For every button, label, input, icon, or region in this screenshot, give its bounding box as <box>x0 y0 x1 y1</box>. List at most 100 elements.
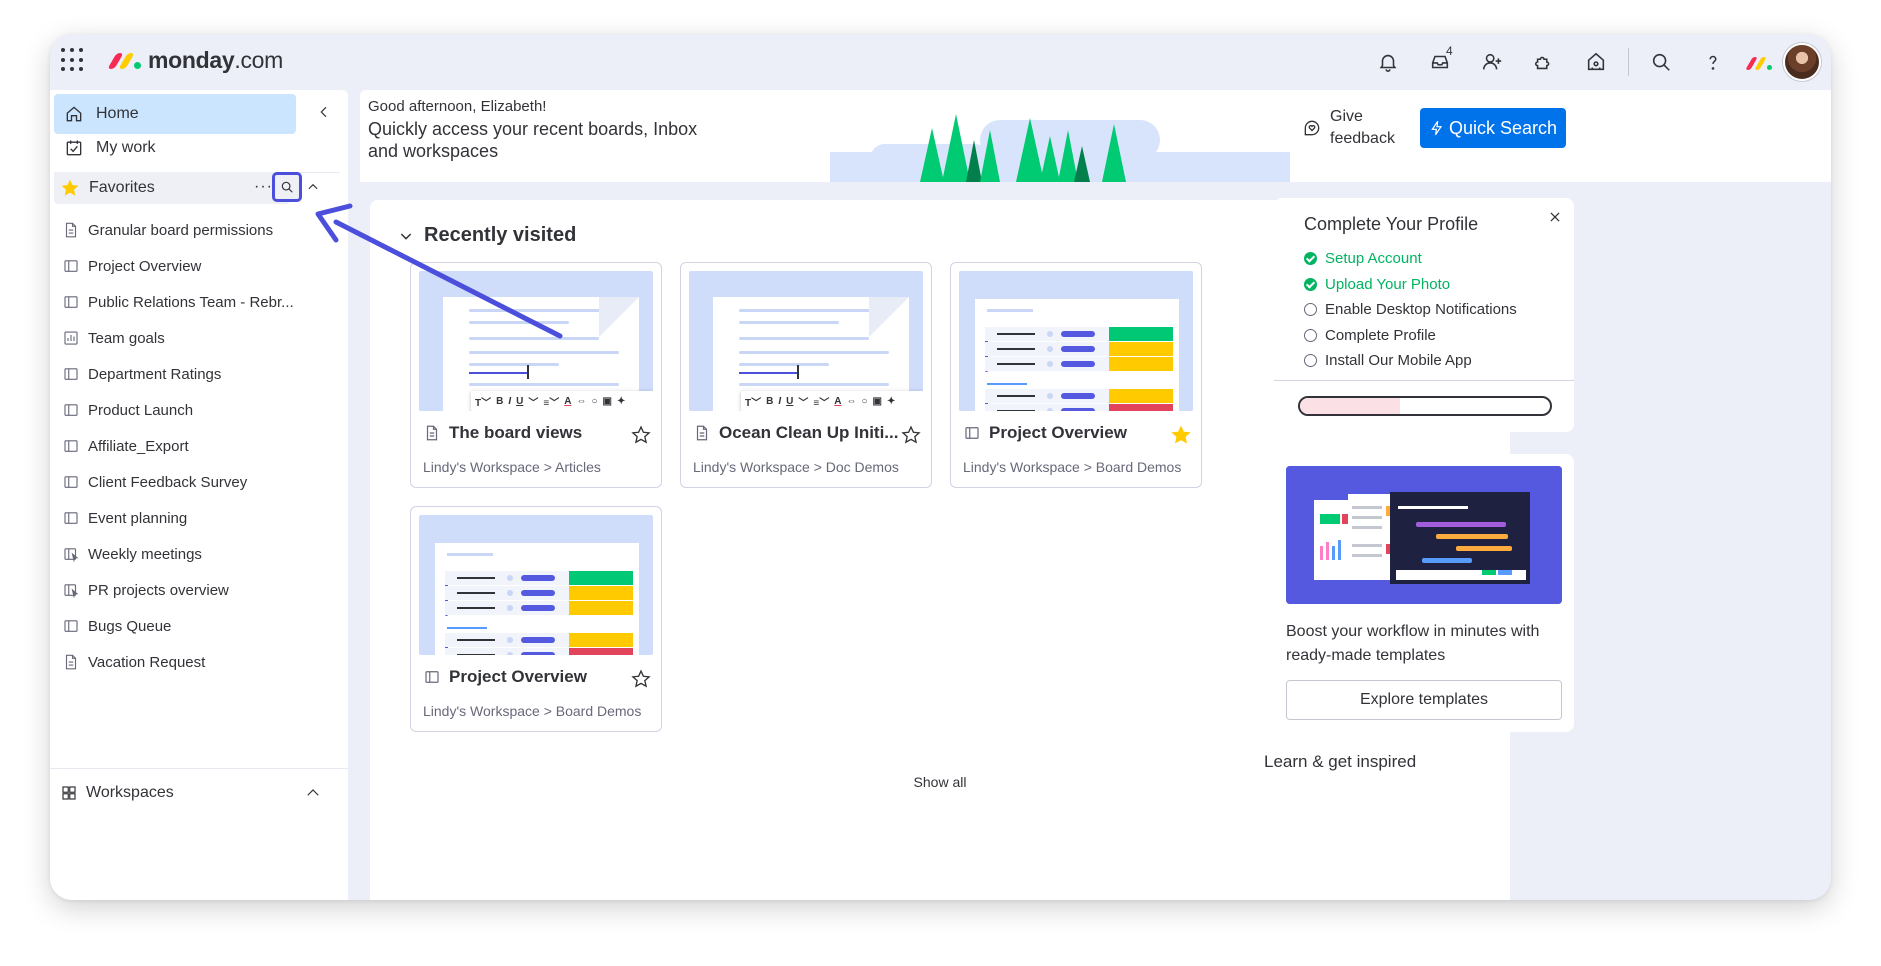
recent-board-card[interactable]: Project Overview Lindy's Workspace > Boar… <box>410 506 662 732</box>
favorite-item[interactable]: Granular board permissions <box>62 212 332 248</box>
card-title: Project Overview <box>963 423 1193 443</box>
welcome-banner: Good afternoon, Elizabeth! Quickly acces… <box>360 90 1831 182</box>
card-thumbnail: T﹀ B I U ﹀ ≡﹀ A ⇔ ○ ▣ ✦ <box>689 271 923 411</box>
check-circle-icon <box>1304 277 1317 291</box>
avatar[interactable] <box>1783 43 1821 81</box>
favorite-item[interactable]: Weekly meetings <box>62 536 332 572</box>
sidebar-item-my-work[interactable]: My work <box>54 128 296 168</box>
checklist-label: Enable Desktop Notifications <box>1325 301 1517 319</box>
templates-illustration <box>1286 466 1562 604</box>
favorite-item[interactable]: Public Relations Team - Rebr... <box>62 284 332 320</box>
favorite-item[interactable]: Project Overview <box>62 248 332 284</box>
help-icon[interactable] <box>1687 42 1739 82</box>
apps-puzzle-icon[interactable] <box>1518 42 1570 82</box>
favorite-item[interactable]: Vacation Request <box>62 644 332 680</box>
checklist-label: Setup Account <box>1325 250 1422 268</box>
workspaces-grid-icon <box>62 786 76 800</box>
card-title: Project Overview <box>423 667 653 687</box>
profile-progress-bar <box>1298 396 1552 416</box>
star-icon <box>61 179 79 196</box>
favorite-item-label: Department Ratings <box>88 365 222 383</box>
card-path: Lindy's Workspace > Doc Demos <box>693 459 899 475</box>
left-sidebar: Home My work Favorites ··· Granular boar… <box>50 90 348 900</box>
forest-illustration <box>830 114 1290 182</box>
favorite-item-label: Team goals <box>88 329 165 347</box>
check-circle-icon <box>1304 252 1317 266</box>
card-title-text: Project Overview <box>989 423 1127 442</box>
invite-user-icon[interactable] <box>1466 42 1518 82</box>
profile-card-title: Complete Your Profile <box>1304 214 1479 234</box>
favorite-item[interactable]: Event planning <box>62 500 332 536</box>
favorite-star-icon[interactable] <box>631 425 651 445</box>
card-path: Lindy's Workspace > Articles <box>423 459 601 475</box>
top-actions: 4 <box>1362 34 1831 90</box>
recent-board-card[interactable]: T﹀ B I U ﹀ ≡﹀ A ⇔ ○ ▣ ✦ The board views Lindy's Work… <box>410 262 662 488</box>
search-icon <box>281 181 293 193</box>
recent-board-card[interactable]: Project Overview Lindy's Workspace > Boar… <box>950 262 1202 488</box>
monday-logo[interactable]: monday.com <box>107 47 283 74</box>
favorite-item[interactable]: Product Launch <box>62 392 332 428</box>
card-thumbnail: T﹀ B I U ﹀ ≡﹀ A ⇔ ○ ▣ ✦ <box>419 271 653 411</box>
favorite-item-label: Product Launch <box>88 401 194 419</box>
chevron-up-icon[interactable] <box>304 784 322 802</box>
give-feedback-button[interactable]: Give feedback <box>1302 106 1406 150</box>
lightning-icon <box>1431 121 1443 135</box>
inbox-icon[interactable]: 4 <box>1414 42 1466 82</box>
doc-icon <box>426 425 438 441</box>
sidebar-item-label: Home <box>96 105 139 122</box>
board-icon <box>425 671 439 683</box>
templates-description: Boost your workflow in minutes with read… <box>1286 623 1540 664</box>
chevron-down-icon <box>400 232 412 240</box>
search-icon[interactable] <box>1635 42 1687 82</box>
integrations-icon[interactable] <box>1570 42 1622 82</box>
recently-visited-header[interactable]: Recently visited <box>398 224 576 247</box>
explore-templates-label: Explore templates <box>1359 691 1489 708</box>
favorites-search-button[interactable] <box>272 172 302 202</box>
profile-checklist: Setup Account Upload Your Photo Enable Des… <box>1304 246 1517 374</box>
favorite-item-label: Granular board permissions <box>88 221 274 239</box>
favorite-item[interactable]: Affiliate_Export <box>62 428 332 464</box>
profile-checklist-item[interactable]: Enable Desktop Notifications <box>1304 297 1517 323</box>
favorite-star-icon[interactable] <box>631 669 651 689</box>
card-thumbnail <box>959 271 1193 411</box>
show-all-link[interactable]: Show all <box>370 774 1510 790</box>
favorite-item-label: PR projects overview <box>88 581 229 599</box>
app-switcher-icon[interactable] <box>61 48 85 72</box>
explore-templates-button[interactable]: Explore templates <box>1286 680 1562 720</box>
favorite-item[interactable]: PR projects overview <box>62 572 332 608</box>
monday-apps-icon[interactable] <box>1745 52 1779 72</box>
favorite-item[interactable]: Team goals <box>62 320 332 356</box>
favorite-item[interactable]: Department Ratings <box>62 356 332 392</box>
favorite-star-icon[interactable] <box>901 425 921 445</box>
greeting-subtitle: Quickly access your recent boards, Inbox… <box>368 119 698 161</box>
card-title-text: Project Overview <box>449 667 587 686</box>
favorite-item[interactable]: Bugs Queue <box>62 608 332 644</box>
profile-checklist-item[interactable]: Complete Profile <box>1304 323 1517 349</box>
recent-board-card[interactable]: T﹀ B I U ﹀ ≡﹀ A ⇔ ○ ▣ ✦ Ocean Clean Up Initi... Lind… <box>680 262 932 488</box>
bell-icon[interactable] <box>1362 42 1414 82</box>
favorites-label: Favorites <box>89 179 155 196</box>
favorite-item-label: Public Relations Team - Rebr... <box>88 293 294 311</box>
collapse-sidebar-button[interactable] <box>310 98 338 126</box>
chevron-left-icon <box>320 106 327 118</box>
profile-checklist-item[interactable]: Setup Account <box>1304 246 1517 272</box>
recently-visited-title: Recently visited <box>424 224 577 246</box>
close-icon[interactable] <box>1548 210 1562 224</box>
board-icon <box>64 620 78 632</box>
more-options-icon[interactable]: ··· <box>254 178 273 196</box>
quick-search-button[interactable]: Quick Search <box>1420 108 1566 148</box>
favorite-item-label: Affiliate_Export <box>88 437 189 455</box>
favorite-star-icon[interactable] <box>1171 425 1191 445</box>
card-title-text: The board views <box>449 423 583 442</box>
profile-checklist-item[interactable]: Install Our Mobile App <box>1304 348 1517 374</box>
favorites-header[interactable]: Favorites ··· <box>54 172 290 204</box>
greeting-text: Good afternoon, Elizabeth! <box>368 98 547 115</box>
profile-checklist-item[interactable]: Upload Your Photo <box>1304 272 1517 298</box>
dashboard-icon <box>64 331 78 345</box>
favorite-item[interactable]: Client Feedback Survey <box>62 464 332 500</box>
workspaces-section[interactable]: Workspaces <box>60 780 330 806</box>
show-all-label[interactable]: Show all <box>914 774 967 790</box>
favorites-collapse-button[interactable] <box>306 180 320 194</box>
doc-icon <box>65 654 77 670</box>
templates-card: Boost your workflow in minutes with read… <box>1274 454 1574 732</box>
